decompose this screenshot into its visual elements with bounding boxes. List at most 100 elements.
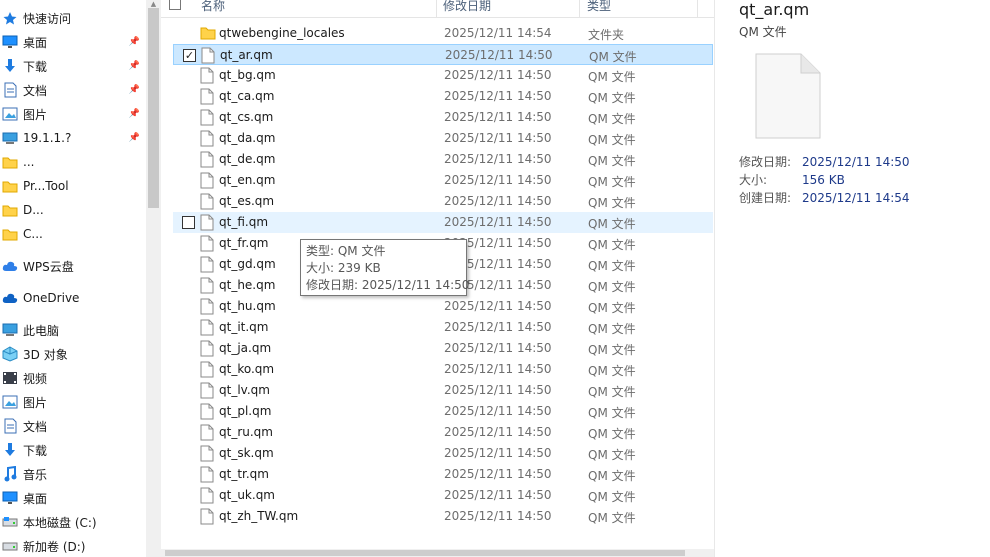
nav-item-label: C...: [23, 227, 43, 241]
file-row[interactable]: qt_uk.qm 2025/12/11 14:50 QM 文件: [173, 485, 713, 506]
nav-onedrive[interactable]: OneDrive: [0, 287, 146, 309]
file-name[interactable]: qt_ja.qm: [219, 341, 271, 355]
file-row[interactable]: qtwebengine_locales 2025/12/11 14:54 文件夹: [173, 23, 713, 44]
nav-pc-item-6[interactable]: 桌面: [0, 487, 146, 509]
nav-item-5[interactable]: ...: [0, 151, 146, 173]
file-type: QM 文件: [588, 385, 636, 399]
nav-pc-item-3[interactable]: 文档: [0, 415, 146, 437]
file-row[interactable]: qt_ko.qm 2025/12/11 14:50 QM 文件: [173, 359, 713, 380]
nav-wps-cloud[interactable]: WPS云盘: [0, 255, 146, 277]
file-name[interactable]: qt_en.qm: [219, 173, 275, 187]
file-icon: [200, 109, 216, 126]
nav-pc-item-0[interactable]: 3D 对象: [0, 343, 146, 365]
nav-item-label: 音乐: [23, 467, 48, 482]
file-row[interactable]: qt_fi.qm 2025/12/11 14:50 QM 文件: [173, 212, 713, 233]
file-row[interactable]: qt_tr.qm 2025/12/11 14:50 QM 文件: [173, 464, 713, 485]
file-name[interactable]: qt_gd.qm: [219, 257, 276, 271]
file-name[interactable]: qt_pl.qm: [219, 404, 271, 418]
file-type: QM 文件: [588, 280, 636, 294]
nav-item-1[interactable]: 下载 📌: [0, 55, 146, 77]
nav-pc-item-1[interactable]: 视频: [0, 367, 146, 389]
nav-item-4[interactable]: 19.1.1.? 📌: [0, 127, 146, 149]
this-pc-icon: [2, 322, 18, 338]
file-icon: [200, 340, 216, 357]
file-row[interactable]: qt_zh_TW.qm 2025/12/11 14:50 QM 文件: [173, 506, 713, 527]
file-row[interactable]: qt_es.qm 2025/12/11 14:50 QM 文件: [173, 191, 713, 212]
file-row[interactable]: qt_da.qm 2025/12/11 14:50 QM 文件: [173, 128, 713, 149]
row-checkbox[interactable]: ✓: [183, 49, 196, 62]
column-header-type[interactable]: 类型: [587, 0, 611, 18]
nav-this-pc[interactable]: 此电脑: [0, 319, 146, 341]
file-type: QM 文件: [588, 238, 636, 252]
file-name[interactable]: qt_fi.qm: [219, 215, 268, 229]
file-row[interactable]: qt_ru.qm 2025/12/11 14:50 QM 文件: [173, 422, 713, 443]
nav-pc-item-2[interactable]: 图片: [0, 391, 146, 413]
file-name[interactable]: qt_sk.qm: [219, 446, 274, 460]
column-checkbox-placeholder[interactable]: [169, 0, 181, 18]
column-header-name[interactable]: 名称: [201, 0, 225, 18]
file-row[interactable]: qt_cs.qm 2025/12/11 14:50 QM 文件: [173, 107, 713, 128]
file-icon: [200, 151, 216, 168]
nav-item-6[interactable]: Pr...Tool: [0, 175, 146, 197]
file-name[interactable]: qt_he.qm: [219, 278, 275, 292]
nav-item-label: 本地磁盘 (C:): [23, 515, 97, 530]
file-name[interactable]: qtwebengine_locales: [219, 26, 345, 40]
file-row[interactable]: ✓ qt_ar.qm 2025/12/11 14:50 QM 文件: [173, 44, 713, 65]
nav-pc-item-5[interactable]: 音乐: [0, 463, 146, 485]
file-name[interactable]: qt_hu.qm: [219, 299, 276, 313]
nav-pc-item-4[interactable]: 下载: [0, 439, 146, 461]
file-name[interactable]: qt_fr.qm: [219, 236, 269, 250]
nav-item-0[interactable]: 桌面 📌: [0, 31, 146, 53]
file-name[interactable]: qt_ca.qm: [219, 89, 274, 103]
nav-item-2[interactable]: 文档 📌: [0, 79, 146, 101]
download-icon: [2, 442, 18, 458]
column-header-date[interactable]: 修改日期: [443, 0, 491, 18]
file-row[interactable]: qt_ca.qm 2025/12/11 14:50 QM 文件: [173, 86, 713, 107]
nav-quick-access[interactable]: 快速访问: [0, 7, 146, 29]
nav-scrollbar[interactable]: ▲: [146, 0, 161, 557]
file-row[interactable]: qt_pl.qm 2025/12/11 14:50 QM 文件: [173, 401, 713, 422]
file-name[interactable]: qt_lv.qm: [219, 383, 270, 397]
horizontal-scrollbar[interactable]: [161, 549, 714, 557]
file-name[interactable]: qt_cs.qm: [219, 110, 273, 124]
file-name[interactable]: qt_de.qm: [219, 152, 275, 166]
scroll-up-arrow-icon[interactable]: ▲: [148, 0, 159, 8]
file-row[interactable]: qt_ja.qm 2025/12/11 14:50 QM 文件: [173, 338, 713, 359]
file-row[interactable]: qt_lv.qm 2025/12/11 14:50 QM 文件: [173, 380, 713, 401]
nav-pc-item-8[interactable]: 新加卷 (D:): [0, 535, 146, 557]
file-name[interactable]: qt_ru.qm: [219, 425, 273, 439]
horizontal-scrollbar-thumb[interactable]: [165, 550, 685, 556]
file-name[interactable]: qt_it.qm: [219, 320, 268, 334]
file-name[interactable]: qt_zh_TW.qm: [219, 509, 298, 523]
file-name[interactable]: qt_uk.qm: [219, 488, 275, 502]
nav-item-label: ...: [23, 155, 35, 169]
file-row[interactable]: qt_it.qm 2025/12/11 14:50 QM 文件: [173, 317, 713, 338]
file-modified-date: 2025/12/11 14:50: [444, 299, 552, 313]
nav-scrollbar-thumb[interactable]: [148, 8, 159, 208]
file-icon: [200, 487, 216, 504]
file-row[interactable]: qt_hu.qm 2025/12/11 14:50 QM 文件: [173, 296, 713, 317]
file-name[interactable]: qt_ar.qm: [220, 48, 273, 62]
file-row[interactable]: qt_sk.qm 2025/12/11 14:50 QM 文件: [173, 443, 713, 464]
file-name[interactable]: qt_bg.qm: [219, 68, 276, 82]
nav-item-3[interactable]: 图片 📌: [0, 103, 146, 125]
file-type: QM 文件: [588, 133, 636, 147]
file-name[interactable]: qt_ko.qm: [219, 362, 274, 376]
file-row[interactable]: qt_de.qm 2025/12/11 14:50 QM 文件: [173, 149, 713, 170]
file-modified-date: 2025/12/11 14:54: [444, 26, 552, 40]
column-separator: [436, 0, 437, 18]
nav-item-label: 桌面: [23, 491, 48, 506]
file-name[interactable]: qt_da.qm: [219, 131, 275, 145]
nav-item-label: 下载: [23, 443, 48, 458]
nav-item-label: Pr...Tool: [23, 179, 69, 193]
file-row[interactable]: qt_bg.qm 2025/12/11 14:50 QM 文件: [173, 65, 713, 86]
file-name[interactable]: qt_tr.qm: [219, 467, 269, 481]
nav-item-7[interactable]: D...: [0, 199, 146, 221]
file-type: QM 文件: [588, 469, 636, 483]
file-name[interactable]: qt_es.qm: [219, 194, 274, 208]
file-row[interactable]: qt_en.qm 2025/12/11 14:50 QM 文件: [173, 170, 713, 191]
quick-access-star-icon: [2, 10, 18, 26]
nav-item-8[interactable]: C...: [0, 223, 146, 245]
row-checkbox[interactable]: [182, 216, 195, 229]
nav-pc-item-7[interactable]: 本地磁盘 (C:): [0, 511, 146, 533]
